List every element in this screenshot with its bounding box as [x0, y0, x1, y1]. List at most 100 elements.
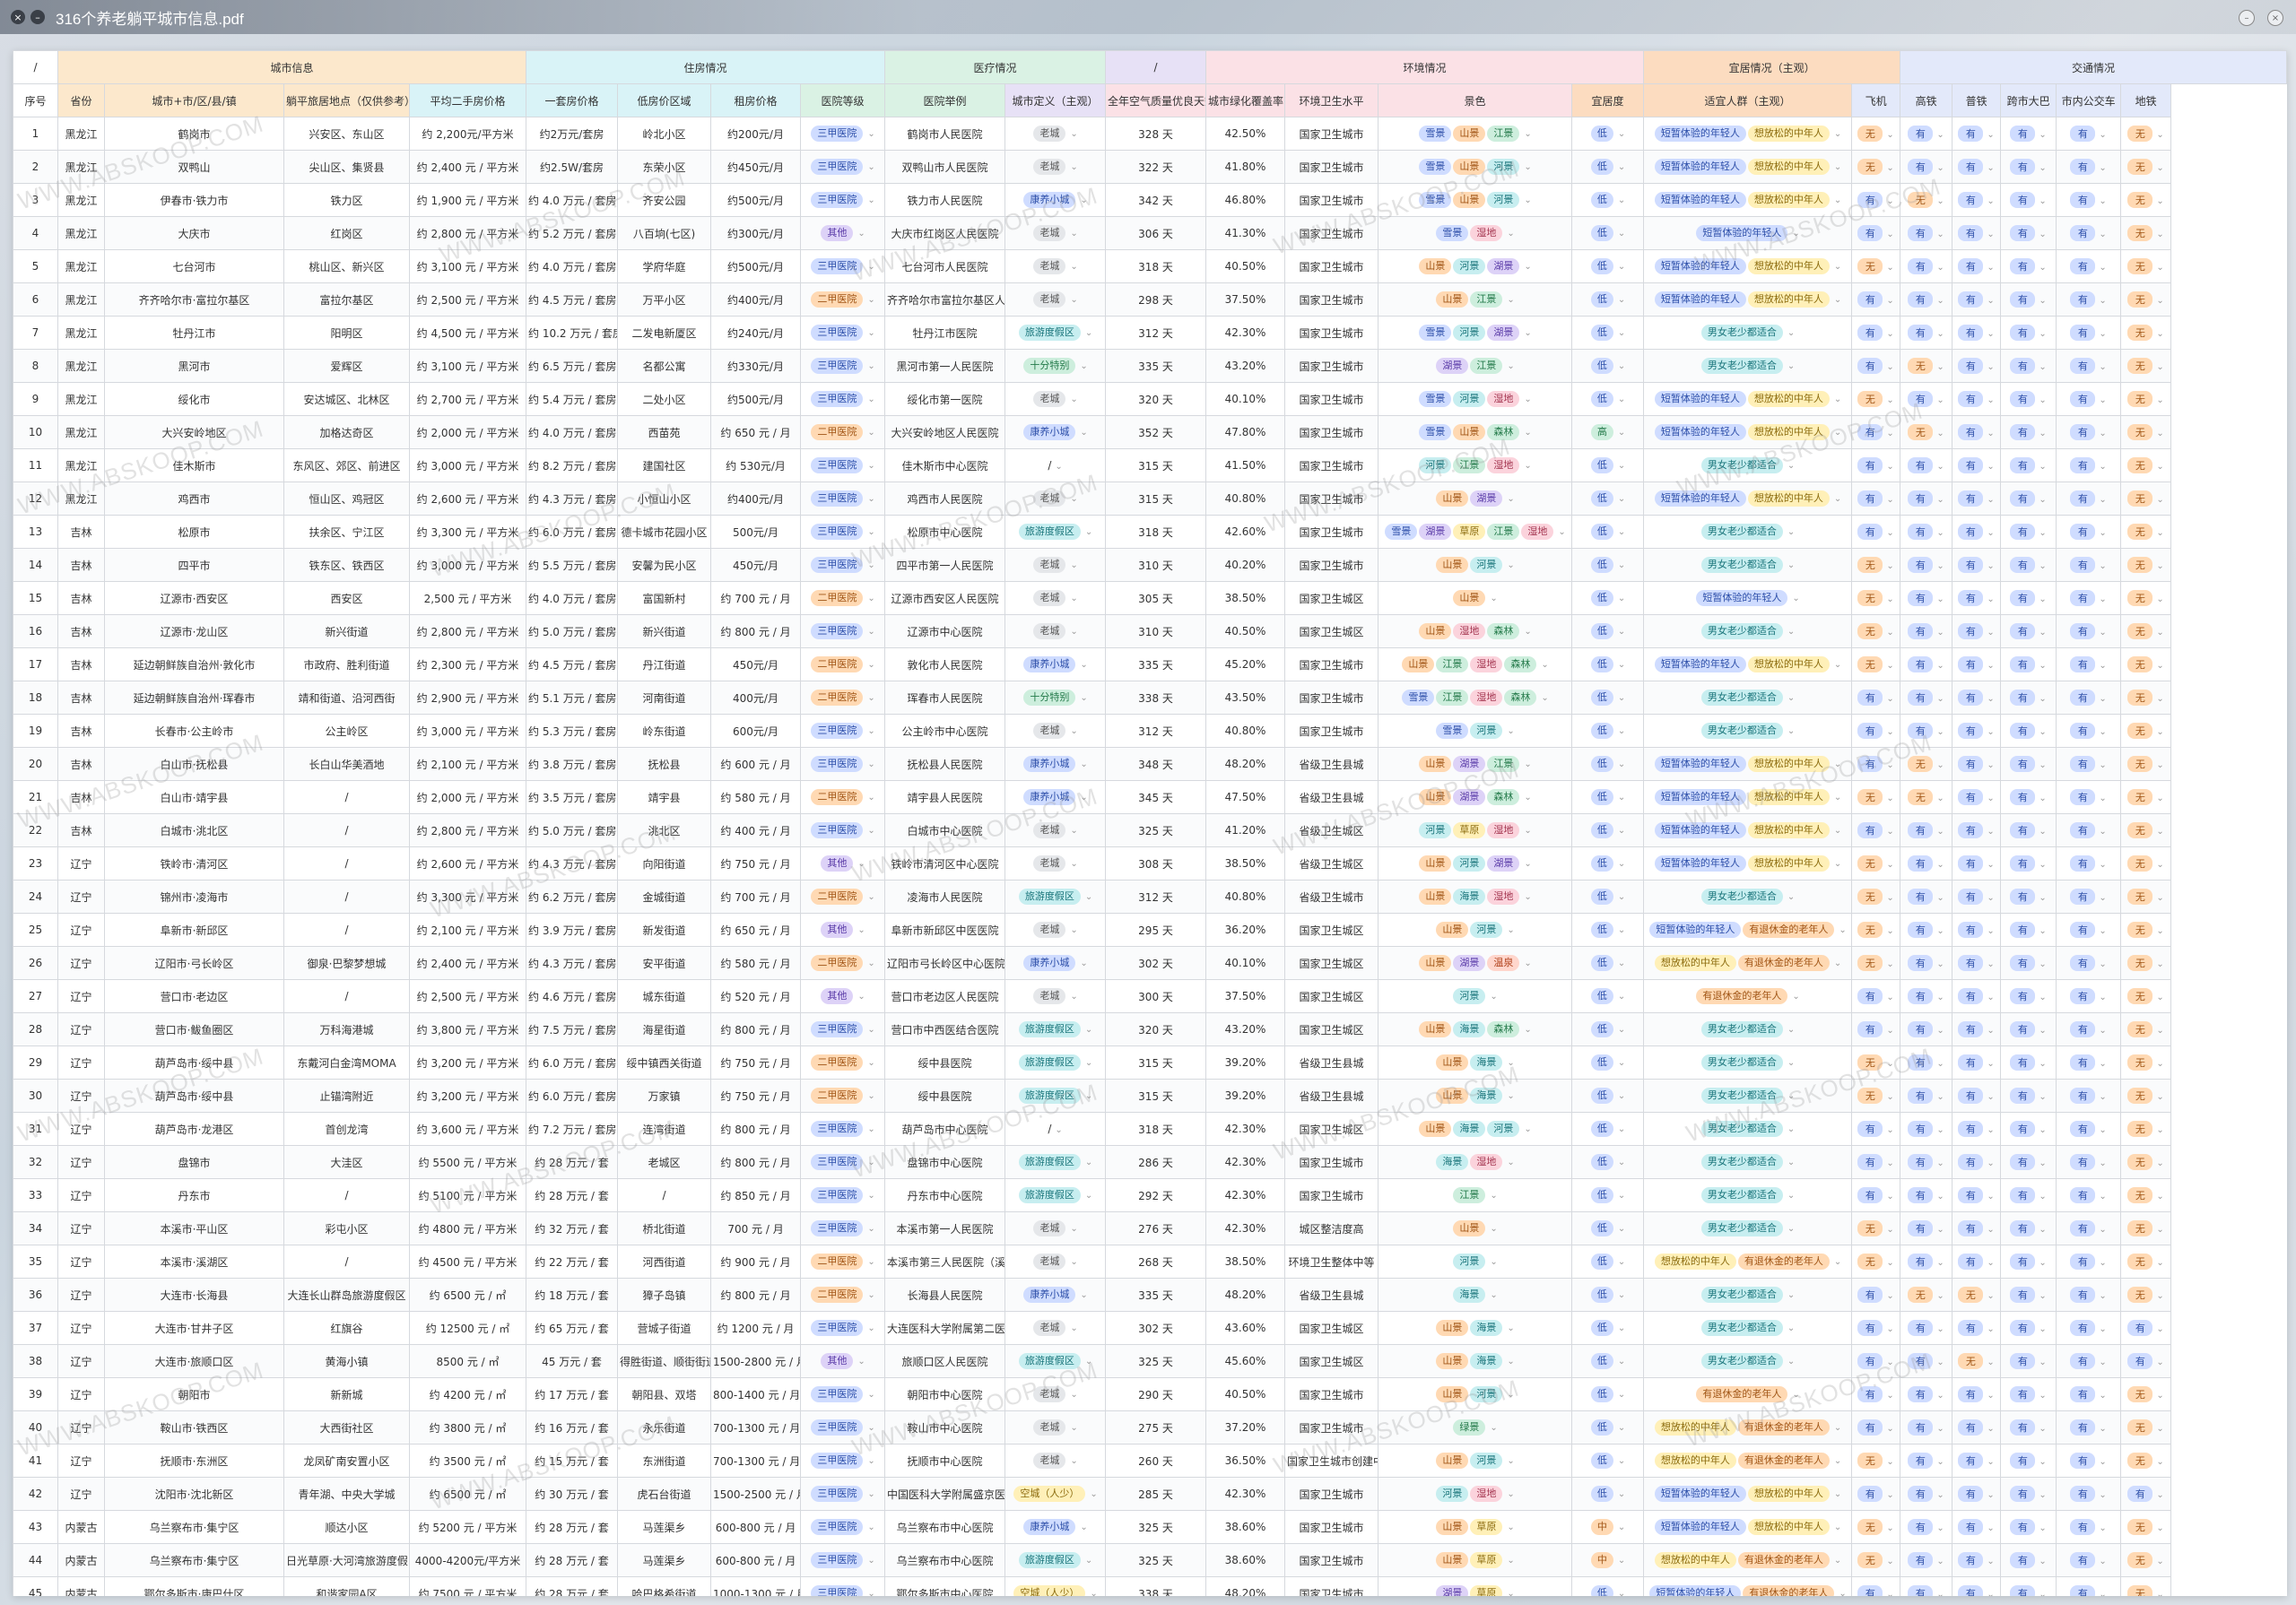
livability-cell: 低 [1571, 581, 1645, 615]
transport-cell: 有 [2000, 1311, 2057, 1345]
column-header: 城市绿化覆盖率 [1205, 83, 1286, 117]
scenery-cell: 山景 湿地 森林 [1378, 614, 1573, 648]
transport-cell: 无 [2120, 979, 2172, 1013]
table-row: 2 黑龙江 双鸭山 尖山区、集贤县约 2,400 元 / 平方米 约2.5W/套房 东荣小… [13, 150, 2287, 184]
table-cell: 黑龙江 [57, 448, 105, 482]
transport-flag: 有 [2070, 1585, 2096, 1596]
crowd-tag: 男女老少都适合 [1700, 557, 1783, 573]
transport-cell: 有 [1900, 150, 1953, 184]
table-cell: 约500元/月 [710, 183, 802, 217]
table-cell: 312 天 [1105, 880, 1207, 914]
scenery-tag: 河景 [1453, 258, 1486, 274]
transport-cell: 有 [2000, 216, 2057, 250]
table-cell: 约 4.3 万元 / 套房 [526, 846, 619, 881]
table-cell: 盘锦市中心医院 [884, 1145, 1006, 1179]
scenery-cell: 山景 海景 河景 [1378, 1112, 1573, 1146]
city-definition-tag: 康养小城 [1023, 1287, 1076, 1303]
table-cell: 约 2,600 元 / 平方米 [408, 846, 527, 881]
table-row: 29 辽宁 葫芦岛市·绥中县 东戴河白金湾MOMA 约 3,200 元 / 平方米约 6… [13, 1045, 2287, 1080]
transport-cell: 无 [1952, 1278, 2002, 1312]
table-cell: 315 天 [1105, 1045, 1207, 1080]
column-header: 适宜人群（主观） [1643, 83, 1853, 117]
scenery-tag: 江景 [1470, 291, 1503, 308]
transport-flag: 有 [2070, 126, 2096, 142]
column-header: 景色 [1378, 83, 1573, 117]
scenery-tag: 江景 [1487, 524, 1520, 540]
livability-tag: 低 [1590, 1021, 1613, 1037]
table-cell: 黑河市 [104, 349, 284, 383]
transport-flag: 有 [1958, 855, 1984, 872]
table-cell: 45.20% [1205, 647, 1286, 681]
hospital-level-cell: 三甲医院 [800, 714, 886, 748]
table-cell: 约 5.1 万元 / 套房 [526, 681, 619, 715]
scenery-tag: 草原 [1453, 822, 1486, 838]
crowd-tags: 男女老少都适合 [1700, 889, 1784, 905]
transport-flag: 有 [2010, 1220, 2036, 1236]
crowd-cell: 短暂体验的年轻人 想放松的中年人 [1643, 747, 1853, 781]
scenery-tag: 海景 [1470, 1353, 1503, 1369]
close-icon[interactable]: × [11, 10, 25, 24]
transport-flag: 有 [1958, 590, 1984, 606]
livability-tag: 低 [1590, 1386, 1613, 1402]
transport-flag: 有 [2010, 1353, 2036, 1369]
crowd-tag: 短暂体验的年轻人 [1654, 424, 1746, 440]
hospital-level-cell: 三甲医院 [800, 482, 886, 516]
transport-cell: 有 [1952, 813, 2002, 847]
table-cell: 318 天 [1105, 515, 1207, 549]
city-definition-cell: 老城 [1004, 282, 1107, 317]
transport-cell: 无 [2120, 415, 2172, 449]
livability-tag: 低 [1590, 524, 1613, 540]
transport-cell: 有 [2056, 1510, 2122, 1544]
table-row: 27 辽宁 营口市·老边区 / 约 2,500 元 / 平方米约 4.6 万元 / 套房… [13, 979, 2287, 1013]
table-row: 3 黑龙江 伊春市·铁力市 铁力区约 1,900 元 / 平方米约 4.0 万元 / … [13, 183, 2287, 217]
table-cell: 322 天 [1105, 150, 1207, 184]
group-header-idx: / [13, 50, 58, 84]
table-cell: 国家卫生城市 [1284, 1145, 1379, 1179]
table-row: 10 黑龙江 大兴安岭地区 加格达奇区约 2,000 元 / 平方米约 4.0 万元 … [13, 415, 2287, 449]
transport-flag: 有 [1908, 1419, 1934, 1436]
table-cell: 大兴安岭地区 [104, 415, 284, 449]
table-cell: 国家卫生城市 [1284, 448, 1379, 482]
transport-cell: 有 [2056, 647, 2122, 681]
transport-flag: 有 [2070, 855, 2096, 872]
table-cell: 辽宁 [57, 1245, 105, 1279]
livability-cell: 低 [1571, 1311, 1645, 1345]
table-cell: 国家卫生城市 [1284, 1510, 1379, 1544]
table-cell: 大西街社区 [283, 1410, 410, 1444]
city-definition-tag: 老城 [1033, 922, 1066, 938]
transport-cell: 无 [1900, 780, 1953, 814]
city-definition-tag: 康养小城 [1023, 756, 1076, 772]
table-cell: 铁岭市清河区中心医院 [884, 846, 1006, 881]
transport-cell: 有 [2000, 282, 2057, 317]
transport-cell: 有 [1900, 1112, 1953, 1146]
transport-cell: 有 [1851, 1112, 1901, 1146]
transport-flag: 无 [2127, 1585, 2153, 1596]
table-cell: 约 600 元 / 月 [710, 747, 802, 781]
table-cell: 兴安区、东山区 [283, 117, 410, 151]
transport-flag: 有 [2010, 988, 2036, 1004]
table-cell: 700-1300 元 / 月 [710, 1444, 802, 1478]
scenery-tag: 山景 [1419, 623, 1452, 639]
table-cell: 国家卫生城市 [1284, 1178, 1379, 1212]
scenery-tag: 江景 [1487, 756, 1520, 772]
crowd-cell: 男女老少都适合 [1643, 316, 1853, 350]
table-cell: 295 天 [1105, 913, 1207, 947]
crowd-cell: 男女老少都适合 [1643, 1344, 1853, 1378]
scenery-cell: 雪景 湿地 [1378, 216, 1573, 250]
table-cell: 凌海市人民医院 [884, 880, 1006, 914]
table-cell: 约 7500 元 / 平方米 [408, 1576, 527, 1596]
crowd-tag: 想放松的中年人 [1747, 291, 1830, 308]
scenery-tags: 湖景 草原 [1435, 1585, 1503, 1596]
transport-cell: 有 [1900, 548, 1953, 582]
crowd-tag: 有退休金的老年人 [1737, 1453, 1830, 1469]
minimize-icon[interactable]: – [30, 10, 45, 24]
table-cell: 岭东街道 [617, 714, 712, 748]
window-minimize-icon[interactable]: – [2239, 10, 2255, 26]
window-close-icon[interactable]: × [2267, 10, 2283, 26]
transport-cell: 无 [2120, 382, 2172, 416]
transport-flag: 有 [2070, 922, 2096, 938]
table-row: 26 辽宁 辽阳市·弓长岭区 御泉·巴黎梦想城约 2,400 元 / 平方米约 4.3… [13, 946, 2287, 980]
transport-flag: 有 [2070, 557, 2096, 573]
table-cell: 国家卫生城市 [1284, 1543, 1379, 1577]
transport-flag: 有 [2010, 822, 2036, 838]
